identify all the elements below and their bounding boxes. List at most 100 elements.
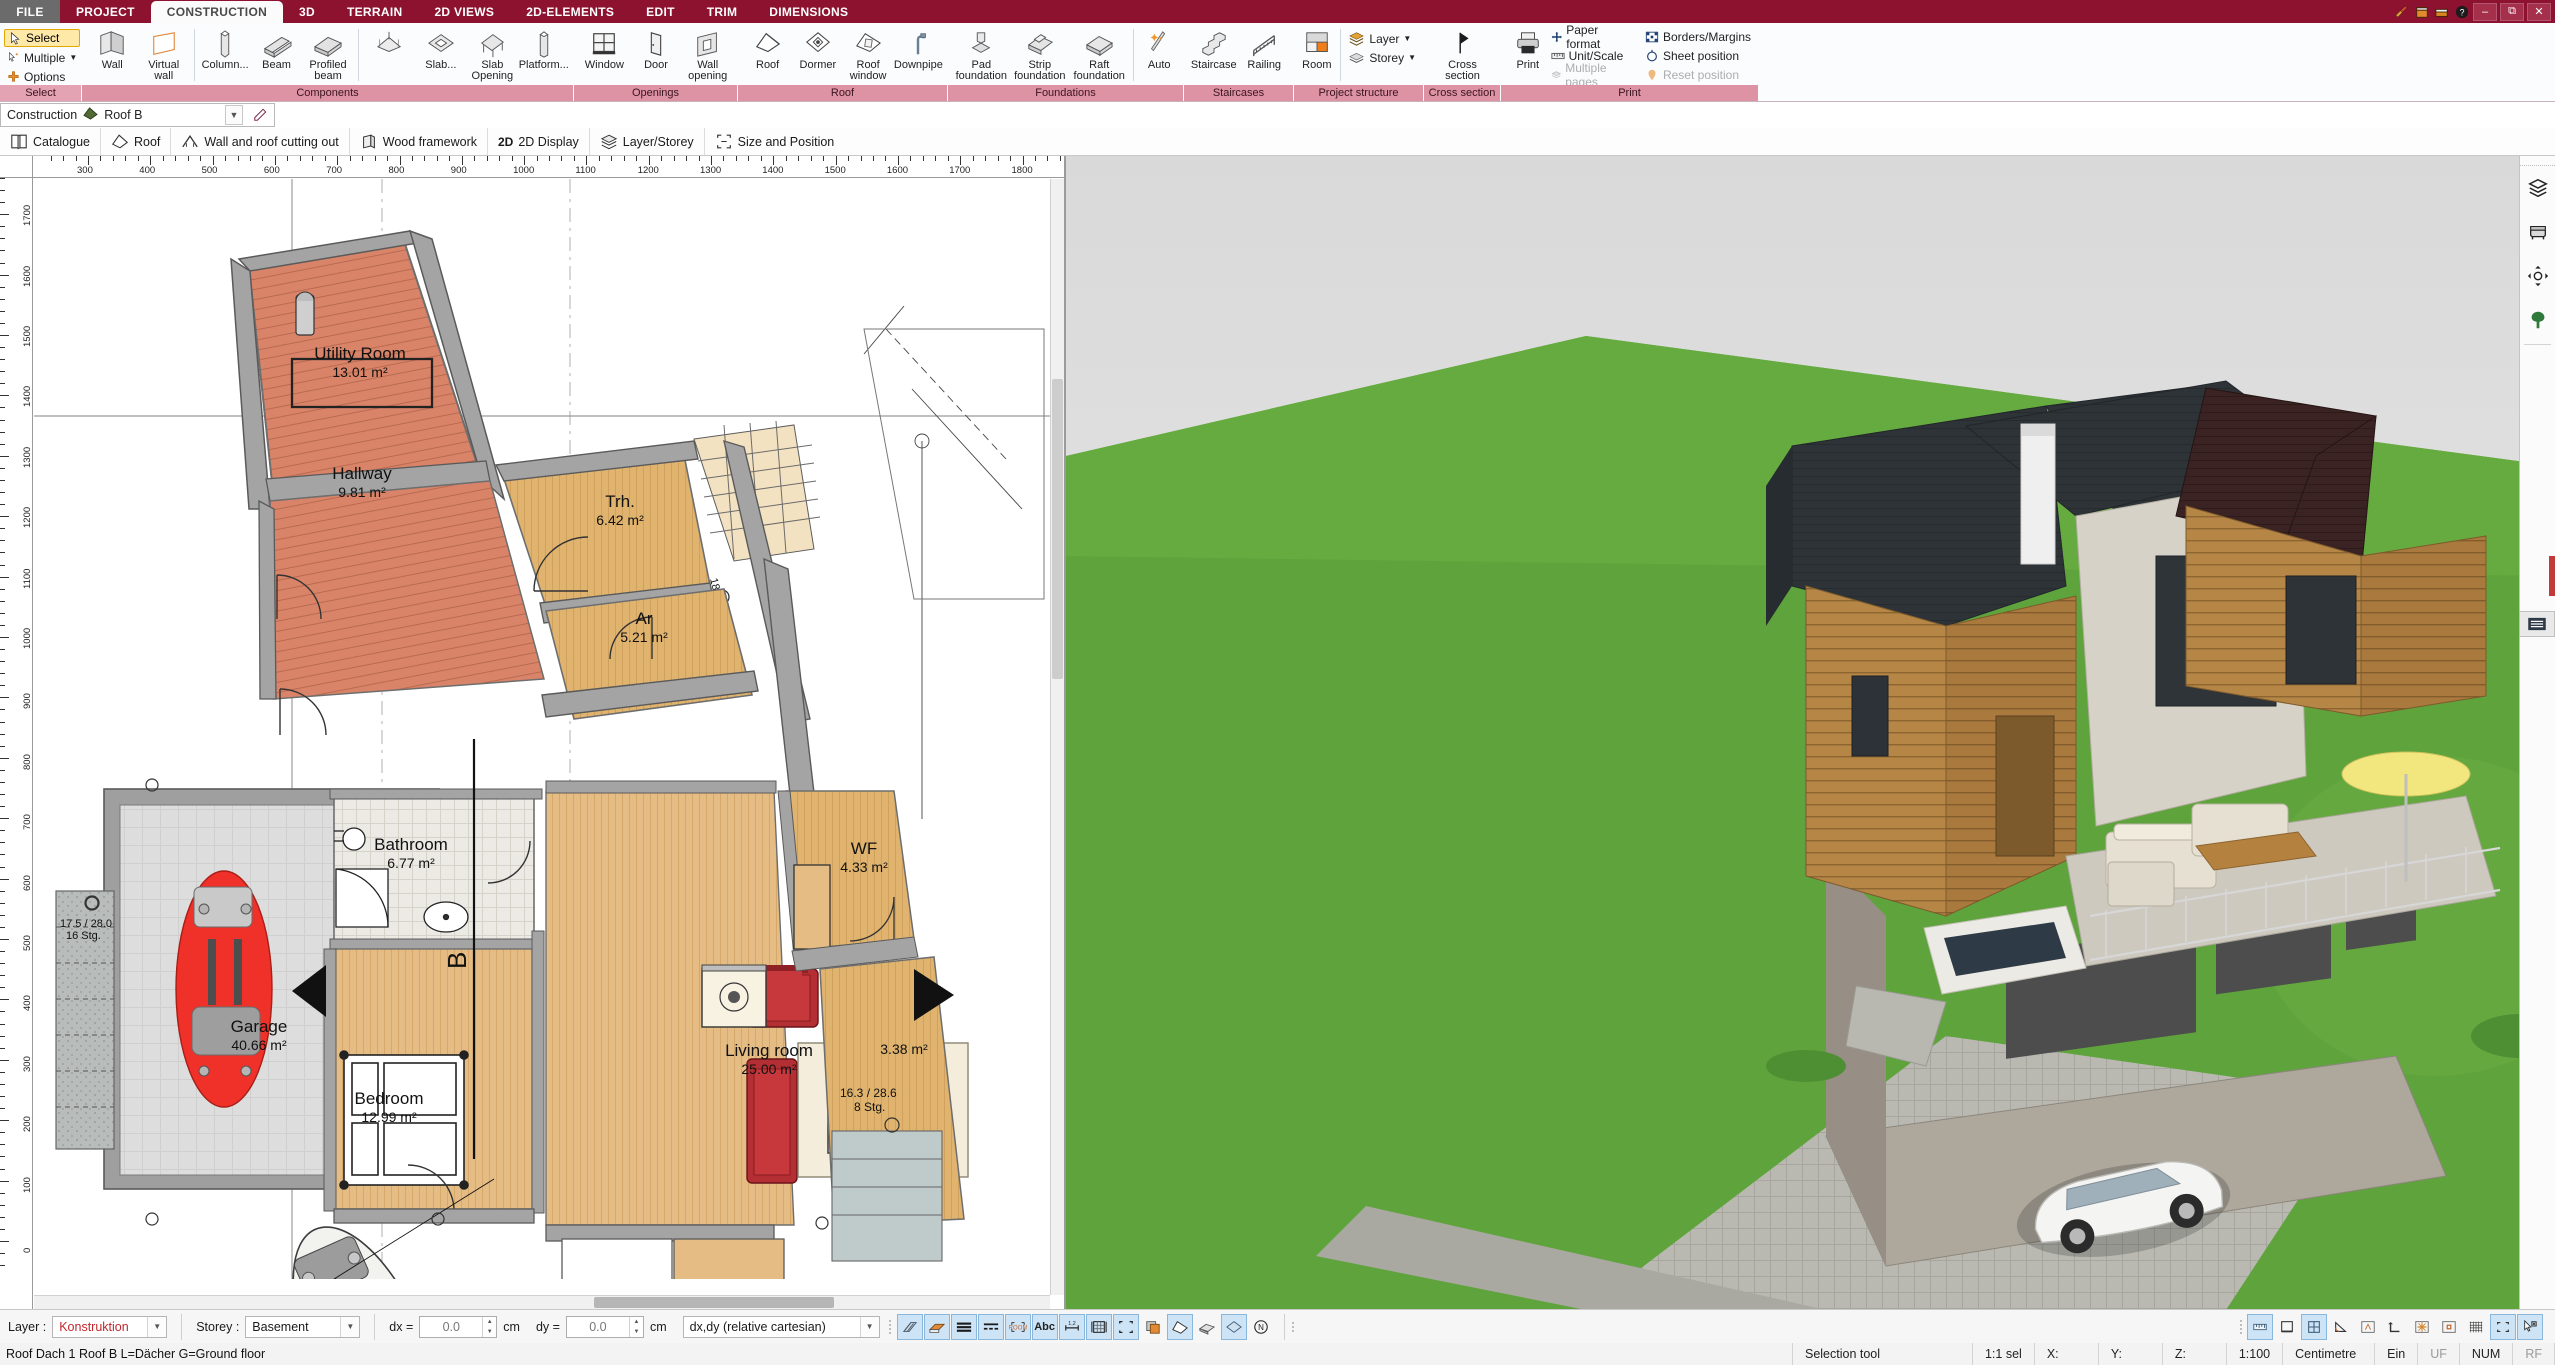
- panel-tab-icon[interactable]: [2519, 611, 2555, 637]
- grid-dims-icon[interactable]: [1085, 1313, 1112, 1340]
- prop-layer-storey[interactable]: Layer/Storey: [590, 128, 705, 155]
- rail-grip[interactable]: [2520, 156, 2555, 166]
- storey-copy-icon[interactable]: [1140, 1314, 1166, 1340]
- menu-terrain[interactable]: TERRAIN: [331, 0, 418, 23]
- window-snap-icon[interactable]: [2301, 1313, 2327, 1340]
- layer-combo[interactable]: Konstruktion ▼: [52, 1315, 168, 1338]
- corner-snap-icon[interactable]: [2490, 1313, 2516, 1340]
- ribbon-button-platform[interactable]: Slab Opening: [467, 26, 517, 82]
- point-snap-icon[interactable]: [2355, 1314, 2381, 1340]
- abc-text-icon[interactable]: Abc: [1031, 1313, 1058, 1340]
- dashed-lines-icon[interactable]: [977, 1313, 1004, 1340]
- ribbon-button-roof-window[interactable]: Roof window: [844, 26, 893, 82]
- menu-project[interactable]: PROJECT: [60, 0, 151, 23]
- chevron-down-icon[interactable]: ▼: [1408, 53, 1416, 62]
- menu-construction[interactable]: CONSTRUCTION: [150, 1, 284, 23]
- deselect-icon[interactable]: [2517, 1313, 2543, 1340]
- ortho-snap-icon[interactable]: [2382, 1314, 2408, 1340]
- bounding-box-icon[interactable]: [1112, 1313, 1139, 1340]
- move-object-icon[interactable]: [2520, 254, 2555, 298]
- object-selector[interactable]: Construction Roof B ▼: [0, 103, 275, 127]
- menu-2d-views[interactable]: 2D VIEWS: [418, 0, 510, 23]
- tree-icon[interactable]: [2520, 298, 2555, 342]
- view-3d-pane[interactable]: [1066, 156, 2555, 1309]
- ribbon-button-virtual-wall[interactable]: Virtual wall: [138, 26, 188, 82]
- ruler-snap-icon[interactable]: [2247, 1313, 2273, 1340]
- north-arrow-icon[interactable]: N: [1248, 1314, 1274, 1340]
- prop-roof[interactable]: Roof: [101, 128, 172, 155]
- ribbon-button-wall-opening[interactable]: Wall opening: [682, 26, 733, 82]
- thick-lines-icon[interactable]: [950, 1313, 977, 1340]
- dx-input[interactable]: 0.0 ▲ ▼: [419, 1315, 498, 1338]
- dx-stepper[interactable]: ▲ ▼: [482, 1316, 496, 1337]
- storey-combo[interactable]: Basement ▼: [245, 1315, 361, 1338]
- floorplan-canvas[interactable]: 18.7 / 23.2: [34, 179, 1064, 1309]
- ribbon-button-downpipe[interactable]: Downpipe: [894, 26, 943, 71]
- wall-snap-icon[interactable]: [2274, 1314, 2300, 1340]
- help-icon[interactable]: ?: [2453, 3, 2470, 20]
- tools-icon[interactable]: [2393, 3, 2410, 20]
- chevron-down-icon[interactable]: ▼: [69, 53, 77, 62]
- menu-file[interactable]: FILE: [0, 0, 60, 23]
- roof-plan-icon[interactable]: [1166, 1313, 1193, 1340]
- ribbon-button-cross-section[interactable]: Cross section: [1430, 26, 1496, 82]
- ribbon-button-roof[interactable]: Roof: [743, 26, 792, 71]
- menu-edit[interactable]: EDIT: [630, 0, 691, 23]
- ribbon-button-railing[interactable]: Railing: [1240, 26, 1290, 71]
- ribbon-button-print[interactable]: Print: [1509, 26, 1547, 71]
- ribbon-button-pad-foundation[interactable]: Pad foundation: [953, 26, 1010, 82]
- pencil-icon[interactable]: [249, 108, 271, 122]
- angle-snap-icon[interactable]: [2328, 1314, 2354, 1340]
- intersect-snap-icon[interactable]: [2409, 1314, 2435, 1340]
- ribbon-button-profiled-beam[interactable]: Profiled beam: [303, 26, 353, 82]
- menu-trim[interactable]: TRIM: [691, 0, 754, 23]
- prop-wood-framework[interactable]: Wood framework: [350, 128, 488, 155]
- sheet-position-button[interactable]: Sheet position: [1642, 47, 1754, 64]
- layer-button[interactable]: Layer ▼: [1345, 30, 1419, 47]
- prop-wall-roof-cut[interactable]: Wall and roof cutting out: [171, 128, 350, 155]
- ribbon-button-door[interactable]: Door: [631, 26, 682, 71]
- dimension-icon[interactable]: 1,2: [1058, 1313, 1085, 1340]
- multiple-select-button[interactable]: Multiple ▼: [4, 49, 80, 66]
- chevron-down-icon[interactable]: ▼: [1403, 34, 1411, 43]
- ribbon-button-slab[interactable]: [364, 26, 414, 60]
- chevron-down-icon[interactable]: ▼: [340, 1316, 360, 1337]
- paper-format-button[interactable]: Paper format: [1548, 23, 1627, 51]
- prop-size-position[interactable]: Size and Position: [705, 128, 845, 155]
- dy-input[interactable]: 0.0 ▲ ▼: [565, 1315, 644, 1338]
- prop-catalogue[interactable]: Catalogue: [0, 128, 101, 155]
- vertical-ruler[interactable]: 0 100 200 300 400 500 600 700 800 900 1000 1100 1200…: [0, 156, 33, 1309]
- wood-frame-icon[interactable]: [1194, 1314, 1220, 1340]
- slab-plan-icon[interactable]: [1220, 1313, 1247, 1340]
- chevron-down-icon[interactable]: ▼: [859, 1316, 879, 1337]
- scrollbar-thumb[interactable]: [1052, 379, 1063, 679]
- ribbon-button-slab-opening[interactable]: Slab...: [416, 26, 466, 71]
- grid-snap-icon[interactable]: [2463, 1314, 2489, 1340]
- ribbon-button-strip-foundation[interactable]: Strip foundation: [1011, 26, 1069, 82]
- floorplan-2d-pane[interactable]: 300 400 500 600 700 800 900 1000 1100 1200 1300 140…: [0, 156, 1066, 1309]
- ribbon-button-staircase[interactable]: Staircase: [1189, 26, 1239, 71]
- ribbon-button-column[interactable]: Column...: [200, 26, 250, 71]
- multiple-pages-button[interactable]: Multiple pages: [1548, 61, 1627, 89]
- prop-2d-display[interactable]: 2D 2D Display: [488, 128, 590, 155]
- select-button[interactable]: Select: [4, 29, 81, 47]
- menu-2d-elements[interactable]: 2D-ELEMENTS: [510, 0, 630, 23]
- ribbon-button-beam[interactable]: Beam: [251, 26, 301, 71]
- chevron-down-icon[interactable]: ▼: [225, 105, 243, 125]
- scrollbar-thumb[interactable]: [594, 1297, 834, 1308]
- chevron-down-icon[interactable]: ▼: [147, 1316, 167, 1337]
- menu-3d[interactable]: 3D: [283, 0, 331, 23]
- restore-button[interactable]: ⧉: [2500, 2, 2524, 21]
- ribbon-button-dormer[interactable]: Dormer: [793, 26, 842, 71]
- reset-position-button[interactable]: Reset position: [1642, 66, 1754, 83]
- slab-fill-icon[interactable]: [923, 1313, 950, 1340]
- ribbon-button-chimney[interactable]: Platform...: [519, 26, 569, 71]
- horizontal-scrollbar-2d[interactable]: [34, 1295, 1050, 1309]
- layers-icon[interactable]: [2520, 166, 2555, 210]
- horizontal-ruler[interactable]: 300 400 500 600 700 800 900 1000 1100 1200 1300 140…: [33, 156, 1064, 178]
- coord-mode-combo[interactable]: dx,dy (relative cartesian) ▼: [682, 1315, 880, 1338]
- close-button[interactable]: ✕: [2527, 2, 2551, 21]
- hatch-icon[interactable]: [896, 1313, 923, 1340]
- minimize-button[interactable]: –: [2473, 2, 2497, 21]
- ribbon-button-window[interactable]: Window: [579, 26, 630, 71]
